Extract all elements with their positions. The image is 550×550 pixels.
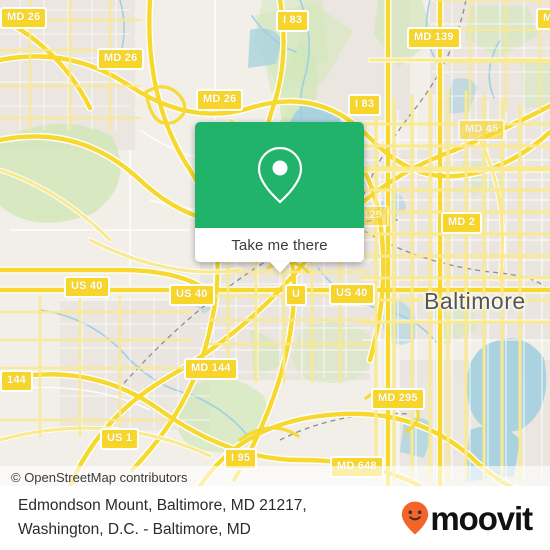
road-shield: MD 295 [371, 388, 425, 410]
map-screenshot: .rd { stroke:#f6d82e; fill:none; stroke-… [0, 0, 550, 550]
location-title: Edmondson Mount, Baltimore, MD 21217, Wa… [0, 494, 307, 542]
take-me-there-label: Take me there [231, 236, 328, 254]
location-title-line1: Edmondson Mount, Baltimore, MD 21217, [18, 497, 307, 514]
road-shield: MD 26 [196, 89, 244, 111]
road-shield: I 83 [276, 10, 310, 32]
moovit-smiley-pin-icon [402, 501, 429, 535]
road-shield: MD 2 [441, 212, 483, 234]
road-shield: MD 26 [0, 7, 48, 29]
map-attribution: © OpenStreetMap contributors [0, 466, 550, 488]
road-shield: 144 [0, 370, 33, 392]
popup-card-tail [269, 262, 290, 273]
road-shield: MD 45 [458, 119, 506, 141]
road-shield: MD 26 [97, 48, 145, 70]
location-popup-card[interactable]: Take me there [195, 122, 364, 273]
road-shield: U [285, 284, 308, 306]
location-title-line2: Washington, D.C. - Baltimore, MD [18, 521, 251, 538]
moovit-logo[interactable]: moovit [401, 501, 550, 535]
road-shield: US 40 [169, 284, 215, 306]
popup-card-header [195, 122, 364, 228]
page-footer: Edmondson Mount, Baltimore, MD 21217, Wa… [0, 486, 550, 550]
road-shield: MD 144 [184, 358, 238, 380]
take-me-there-button[interactable]: Take me there [195, 228, 364, 262]
city-label: Baltimore [424, 288, 526, 314]
attribution-text: © OpenStreetMap contributors [11, 469, 188, 485]
road-shield: MD [536, 8, 550, 30]
road-shield: US 1 [100, 428, 140, 450]
road-shield: MD 139 [407, 27, 461, 49]
road-shield: I 83 [348, 94, 382, 116]
moovit-wordmark: moovit [430, 499, 533, 537]
road-shield: US 40 [329, 283, 375, 305]
map-pin-icon [257, 146, 302, 204]
road-shield: US 40 [64, 276, 110, 298]
